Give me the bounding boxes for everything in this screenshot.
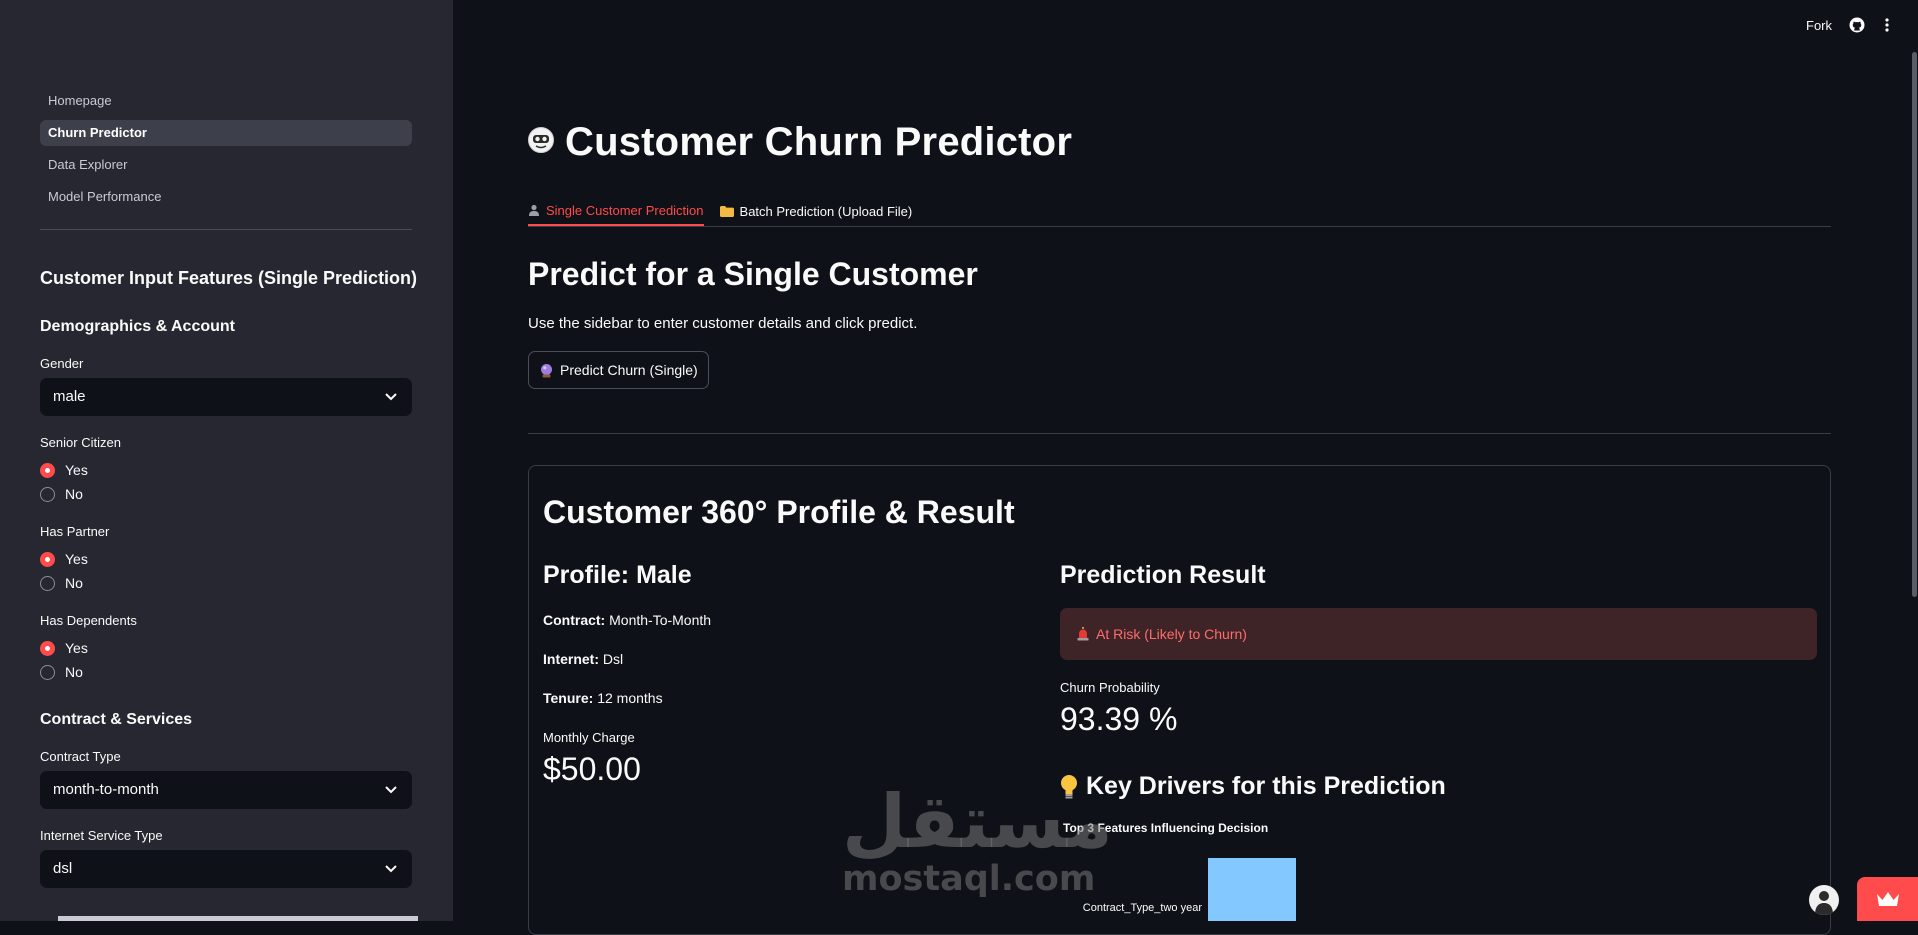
chevron-down-icon	[384, 771, 398, 809]
gender-select-value: male	[53, 388, 86, 405]
siren-icon	[1076, 627, 1090, 641]
gender-label: Gender	[40, 356, 84, 371]
internet-service-label: Internet Service Type	[40, 828, 163, 843]
folder-icon	[719, 205, 734, 217]
contract-type-label: Contract Type	[40, 749, 121, 764]
robot-face-icon	[527, 126, 555, 159]
watermark-logo-latin: mostaql.com	[842, 859, 1096, 899]
contract-row: Contract: Month-To-Month	[543, 612, 711, 628]
has-partner-yes[interactable]: Yes	[40, 549, 88, 569]
chevron-down-icon	[384, 850, 398, 888]
section-contract: Contract & Services	[40, 711, 193, 728]
internet-service-select[interactable]: dsl	[40, 850, 412, 888]
tab-batch-prediction[interactable]: Batch Prediction (Upload File)	[719, 196, 913, 226]
senior-citizen-no[interactable]: No	[40, 484, 83, 504]
has-dependents-yes[interactable]: Yes	[40, 638, 88, 658]
prediction-title: Prediction Result	[1060, 561, 1266, 589]
has-dependents-label: Has Dependents	[40, 613, 137, 628]
radio-unselected-icon	[40, 575, 55, 591]
senior-citizen-label: Senior Citizen	[40, 435, 121, 450]
page-title: Customer Churn Predictor	[565, 120, 1073, 164]
nav-item-model-performance[interactable]: Model Performance	[40, 184, 412, 210]
internet-service-value: dsl	[53, 860, 73, 877]
nav-item-churn-predictor[interactable]: Churn Predictor	[40, 120, 412, 146]
contract-key: Contract:	[543, 612, 606, 628]
github-icon[interactable]	[1849, 17, 1865, 38]
crystal-ball-icon	[539, 363, 554, 378]
sidebar: Homepage Churn Predictor Data Explorer M…	[0, 0, 453, 921]
radio-unselected-icon	[40, 664, 55, 680]
nav-item-homepage[interactable]: Homepage	[40, 88, 412, 114]
watermark-logo-arabic: مستقل	[842, 779, 1113, 865]
chart-bar	[1208, 858, 1296, 921]
sidebar-divider	[40, 229, 412, 230]
avatar[interactable]	[1809, 885, 1839, 915]
has-partner-label: Has Partner	[40, 524, 110, 539]
key-drivers-title: Key Drivers for this Prediction	[1060, 772, 1446, 801]
senior-citizen-yes[interactable]: Yes	[40, 460, 88, 480]
section-title: Predict for a Single Customer	[528, 256, 978, 292]
sidebar-scrollbar[interactable]	[58, 916, 418, 921]
radio-label: No	[65, 664, 83, 680]
monthly-charge-value: $50.00	[543, 751, 641, 787]
monthly-charge-label: Monthly Charge	[543, 730, 635, 745]
internet-value: Dsl	[602, 651, 624, 667]
tenure-key: Tenure:	[543, 690, 594, 706]
sidebar-title: Customer Input Features (Single Predicti…	[40, 268, 418, 288]
has-dependents-no[interactable]: No	[40, 662, 83, 682]
gender-select[interactable]: male	[40, 378, 412, 416]
chevron-down-icon	[384, 378, 398, 416]
main-divider	[528, 433, 1831, 434]
main-scrollbar[interactable]	[1912, 52, 1917, 597]
predict-churn-button[interactable]: Predict Churn (Single)	[528, 351, 709, 389]
risk-alert: At Risk (Likely to Churn)	[1060, 608, 1817, 660]
crown-icon[interactable]	[1857, 877, 1918, 921]
internet-row: Internet: Dsl	[543, 651, 623, 667]
alert-text: At Risk (Likely to Churn)	[1096, 626, 1247, 642]
more-vertical-icon[interactable]	[1883, 17, 1891, 38]
contract-value: Month-To-Month	[609, 612, 712, 628]
tab-bar: Single Customer Prediction Batch Predict…	[528, 196, 1831, 227]
radio-label: Yes	[65, 640, 88, 656]
contract-type-select[interactable]: month-to-month	[40, 771, 412, 809]
section-demographics: Demographics & Account	[40, 318, 235, 335]
radio-label: No	[65, 575, 83, 591]
sidebar-nav: Homepage Churn Predictor Data Explorer M…	[40, 88, 412, 216]
tab-label: Single Customer Prediction	[546, 202, 704, 218]
radio-selected-icon	[40, 640, 55, 656]
churn-probability-label: Churn Probability	[1060, 680, 1160, 695]
internet-key: Internet:	[543, 651, 599, 667]
tab-label: Batch Prediction (Upload File)	[739, 203, 913, 219]
radio-selected-icon	[40, 462, 55, 478]
fork-button[interactable]: Fork	[1806, 18, 1832, 33]
tenure-value: 12 months	[597, 690, 663, 706]
radio-label: Yes	[65, 551, 88, 567]
has-partner-no[interactable]: No	[40, 573, 83, 593]
key-drivers-label: Key Drivers for this Prediction	[1086, 772, 1446, 800]
instruction-text: Use the sidebar to enter customer detail…	[528, 315, 918, 332]
radio-unselected-icon	[40, 486, 55, 502]
page-title-row: Customer Churn Predictor	[527, 120, 1072, 165]
radio-label: Yes	[65, 462, 88, 478]
profile-title: Profile: Male	[543, 561, 692, 589]
tenure-row: Tenure: 12 months	[543, 690, 663, 706]
card-title: Customer 360° Profile & Result	[543, 494, 1015, 530]
predict-button-label: Predict Churn (Single)	[560, 362, 698, 378]
tab-single-prediction[interactable]: Single Customer Prediction	[528, 196, 704, 226]
churn-probability-value: 93.39 %	[1060, 701, 1178, 737]
chart-tick-label: Contract_Type_two year	[1083, 902, 1203, 914]
contract-type-value: month-to-month	[53, 781, 159, 798]
radio-label: No	[65, 486, 83, 502]
radio-selected-icon	[40, 551, 55, 567]
nav-item-data-explorer[interactable]: Data Explorer	[40, 152, 412, 178]
person-icon	[528, 204, 540, 216]
